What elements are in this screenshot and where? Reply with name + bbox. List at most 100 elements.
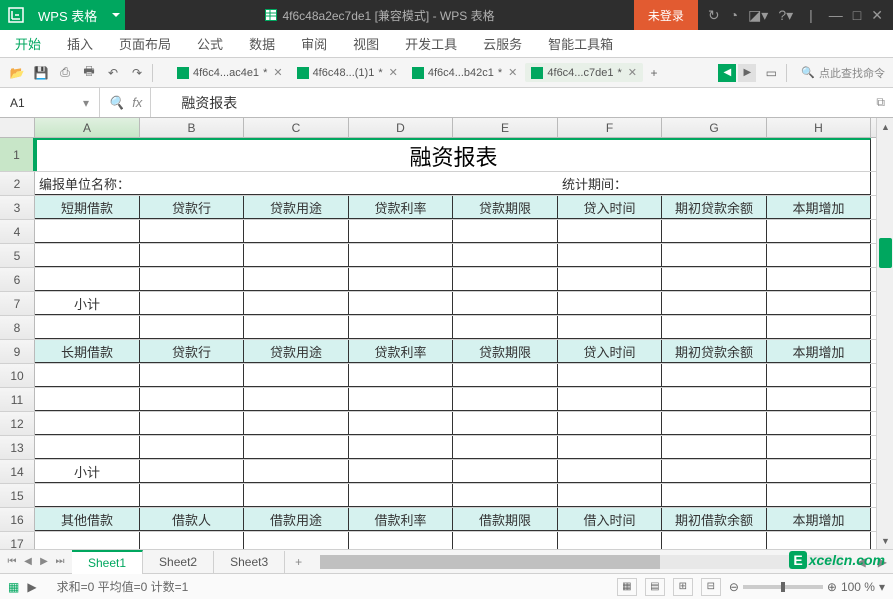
- cell[interactable]: [349, 268, 453, 291]
- cell[interactable]: [558, 436, 662, 459]
- cell[interactable]: [35, 244, 140, 267]
- redo-icon[interactable]: ↷: [128, 64, 146, 82]
- sheet-tab-3[interactable]: Sheet3: [214, 551, 285, 573]
- cell[interactable]: [558, 412, 662, 435]
- cell[interactable]: [662, 532, 767, 549]
- menu-formula[interactable]: 公式: [197, 34, 223, 53]
- cell[interactable]: 贷入时间: [558, 196, 662, 219]
- cell[interactable]: [662, 172, 871, 195]
- cell[interactable]: [349, 484, 453, 507]
- row-header-1[interactable]: 1: [0, 138, 35, 171]
- cell[interactable]: [349, 292, 453, 315]
- menu-start[interactable]: 开始: [15, 34, 41, 53]
- cell[interactable]: [767, 412, 871, 435]
- cell[interactable]: [662, 484, 767, 507]
- print-preview-icon[interactable]: ⎙: [56, 64, 74, 82]
- doc-tab-4[interactable]: 4f6c4...c7de1 *✕: [525, 63, 643, 82]
- cell[interactable]: 短期借款: [35, 196, 140, 219]
- cell[interactable]: [662, 436, 767, 459]
- cell[interactable]: [35, 388, 140, 411]
- col-header-B[interactable]: B: [140, 118, 244, 137]
- sheet-last-icon[interactable]: ⏭: [52, 556, 68, 567]
- horizontal-scrollbar[interactable]: [320, 555, 842, 569]
- scroll-down-icon[interactable]: ▼: [877, 532, 893, 549]
- col-header-G[interactable]: G: [662, 118, 767, 137]
- cell[interactable]: [662, 364, 767, 387]
- expand-formula-icon[interactable]: ⧉: [868, 95, 893, 110]
- cell[interactable]: [662, 412, 767, 435]
- cell[interactable]: [453, 460, 558, 483]
- cell[interactable]: [767, 484, 871, 507]
- close-icon[interactable]: ✕: [628, 66, 637, 79]
- cell[interactable]: [662, 388, 767, 411]
- cell[interactable]: [662, 316, 767, 339]
- cell[interactable]: [662, 292, 767, 315]
- view-break-icon[interactable]: ⊞: [673, 578, 693, 596]
- menu-view[interactable]: 视图: [353, 34, 379, 53]
- cell[interactable]: [349, 220, 453, 243]
- cell[interactable]: 长期借款: [35, 340, 140, 363]
- cell[interactable]: [35, 268, 140, 291]
- sheet-prev-icon[interactable]: ◀: [20, 556, 36, 567]
- cell[interactable]: [140, 460, 244, 483]
- login-button[interactable]: 未登录: [634, 0, 698, 30]
- new-tab-button[interactable]: +: [645, 64, 663, 82]
- cell[interactable]: 编报单位名称：: [35, 172, 244, 195]
- formula-input[interactable]: 融资报表: [151, 93, 868, 113]
- cell[interactable]: [140, 532, 244, 549]
- cell[interactable]: [349, 460, 453, 483]
- name-box[interactable]: A1▾: [0, 88, 100, 117]
- save-icon[interactable]: 💾: [32, 64, 50, 82]
- cell[interactable]: [349, 532, 453, 549]
- cell[interactable]: [453, 244, 558, 267]
- cell[interactable]: 贷款行: [140, 340, 244, 363]
- cell[interactable]: [244, 244, 349, 267]
- menu-tools[interactable]: 智能工具箱: [548, 34, 613, 53]
- cell[interactable]: [453, 484, 558, 507]
- cell[interactable]: [453, 268, 558, 291]
- cell[interactable]: [453, 388, 558, 411]
- sheet-tab-1[interactable]: Sheet1: [72, 550, 143, 574]
- cell[interactable]: [35, 532, 140, 549]
- cell[interactable]: [453, 364, 558, 387]
- cell[interactable]: [140, 484, 244, 507]
- scroll-thumb[interactable]: [879, 238, 892, 268]
- sheet-tab-2[interactable]: Sheet2: [143, 551, 214, 573]
- menu-layout[interactable]: 页面布局: [119, 34, 171, 53]
- close-button[interactable]: ✕: [871, 7, 883, 24]
- cell[interactable]: 贷款利率: [349, 340, 453, 363]
- zoom-dropdown-icon[interactable]: ▾: [879, 580, 885, 594]
- tab-list-icon[interactable]: ▭: [762, 64, 780, 82]
- cell[interactable]: [35, 412, 140, 435]
- cell[interactable]: [349, 412, 453, 435]
- cell[interactable]: [558, 316, 662, 339]
- undo-icon[interactable]: ↶: [104, 64, 122, 82]
- row-header-13[interactable]: 13: [0, 436, 35, 459]
- col-header-E[interactable]: E: [453, 118, 558, 137]
- menu-cloud[interactable]: 云服务: [483, 34, 522, 53]
- add-sheet-button[interactable]: +: [285, 555, 312, 569]
- cell[interactable]: [349, 244, 453, 267]
- menu-dev[interactable]: 开发工具: [405, 34, 457, 53]
- row-header-8[interactable]: 8: [0, 316, 35, 339]
- col-header-D[interactable]: D: [349, 118, 453, 137]
- cell[interactable]: [767, 364, 871, 387]
- cell[interactable]: [140, 436, 244, 459]
- minimize-button[interactable]: —: [829, 7, 843, 23]
- cell[interactable]: [244, 292, 349, 315]
- cell[interactable]: 贷款期限: [453, 340, 558, 363]
- cell[interactable]: 贷款利率: [349, 196, 453, 219]
- macro-icon[interactable]: ▶: [27, 580, 36, 594]
- col-header-H[interactable]: H: [767, 118, 871, 137]
- doc-tab-1[interactable]: 4f6c4...ac4e1*✕: [171, 63, 289, 82]
- cell[interactable]: [244, 316, 349, 339]
- cell[interactable]: [558, 244, 662, 267]
- cell[interactable]: [35, 436, 140, 459]
- sheet-grid[interactable]: 1融资报表 2 编报单位名称： 统计期间： 3 短期借款贷款行贷款用途贷款利率贷…: [0, 138, 893, 549]
- cell[interactable]: [558, 364, 662, 387]
- cell[interactable]: 其他借款: [35, 508, 140, 531]
- close-icon[interactable]: ✕: [273, 66, 282, 79]
- cell[interactable]: [662, 220, 767, 243]
- row-header-9[interactable]: 9: [0, 340, 35, 363]
- cell[interactable]: [558, 292, 662, 315]
